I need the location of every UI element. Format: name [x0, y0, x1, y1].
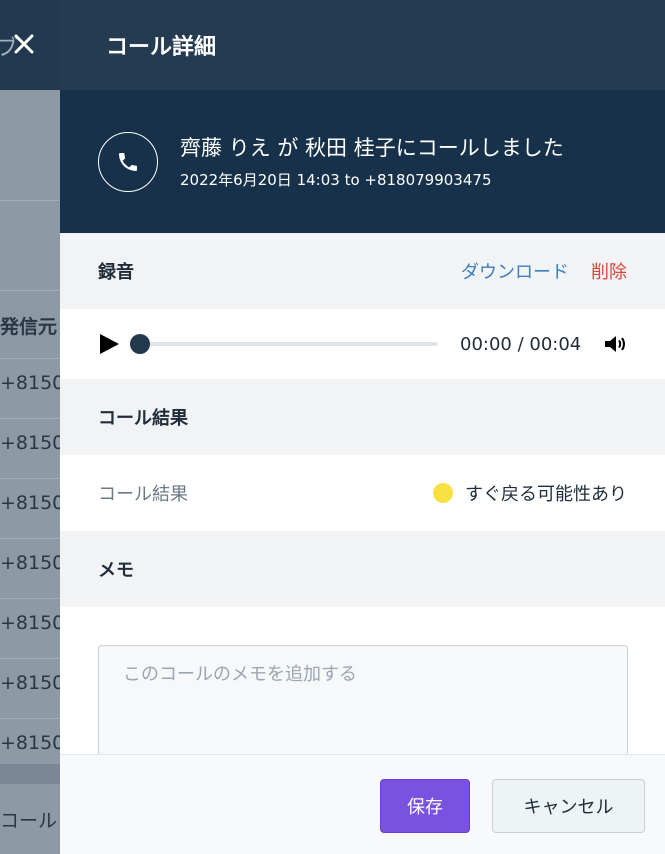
close-panel-button[interactable] — [6, 26, 42, 62]
call-result-value: すぐ戻る可能性あり — [465, 484, 627, 505]
panel-header: コール詳細 — [60, 0, 665, 90]
panel-footer: 保存 キャンセル — [60, 754, 665, 854]
background-footer-fragment: コール — [0, 810, 58, 832]
background-row: +8150 — [0, 552, 65, 574]
audio-player: 00:00 / 00:04 — [60, 309, 665, 379]
background-row: +8150 — [0, 612, 65, 634]
recording-section-header: 録音 ダウンロード 削除 — [60, 233, 665, 309]
volume-icon — [605, 336, 626, 352]
memo-section-header: メモ — [60, 531, 665, 607]
background-divider — [0, 538, 60, 539]
call-summary: 齊藤 りえ が 秋田 桂子にコールしました 2022年6月20日 14:03 t… — [60, 90, 665, 233]
background-divider — [0, 418, 60, 419]
save-button[interactable]: 保存 — [380, 779, 470, 833]
call-headline: 齊藤 りえ が 秋田 桂子にコールしました — [180, 136, 564, 160]
play-icon — [100, 334, 119, 354]
call-detail-panel: コール詳細 齊藤 りえ が 秋田 桂子にコールしました 2022年6月20日 1… — [60, 0, 665, 854]
background-band — [0, 764, 60, 784]
background-row: +8150 — [0, 432, 65, 454]
call-summary-text: 齊藤 りえ が 秋田 桂子にコールしました 2022年6月20日 14:03 t… — [180, 133, 564, 190]
memo-title: メモ — [98, 560, 134, 581]
status-dot-icon — [433, 483, 453, 503]
delete-link[interactable]: 削除 — [591, 258, 627, 284]
background-divider — [0, 658, 60, 659]
close-icon — [14, 34, 34, 54]
background-row: +8150 — [0, 732, 65, 754]
call-result-row[interactable]: コール結果 すぐ戻る可能性あり — [60, 455, 665, 531]
play-button[interactable] — [98, 333, 120, 355]
background-divider — [0, 290, 60, 291]
download-link[interactable]: ダウンロード — [461, 258, 569, 284]
panel-title: コール詳細 — [106, 35, 217, 60]
cancel-button[interactable]: キャンセル — [492, 779, 645, 833]
background-row: +8150 — [0, 672, 65, 694]
call-icon-badge — [98, 131, 158, 192]
call-datetime: 2022年6月20日 14:03 to +818079903475 — [180, 171, 492, 189]
phone-icon — [119, 152, 137, 171]
background-divider — [0, 200, 60, 201]
background-row: +8150 — [0, 372, 65, 394]
call-result-section-header: コール結果 — [60, 379, 665, 455]
seek-bar[interactable] — [130, 334, 438, 354]
playback-time: 00:00 / 00:04 — [460, 333, 582, 355]
background-divider — [0, 478, 60, 479]
background-column-header: 発信元 — [0, 316, 58, 338]
background-divider — [0, 358, 60, 359]
background-row: +8150 — [0, 492, 65, 514]
seek-handle[interactable] — [130, 334, 150, 354]
recording-title: 録音 — [98, 262, 134, 283]
call-result-title: コール結果 — [98, 408, 188, 429]
background-divider — [0, 718, 60, 719]
memo-area — [60, 607, 665, 775]
call-result-label: コール結果 — [98, 484, 188, 505]
background-divider — [0, 598, 60, 599]
volume-button[interactable] — [603, 333, 629, 355]
